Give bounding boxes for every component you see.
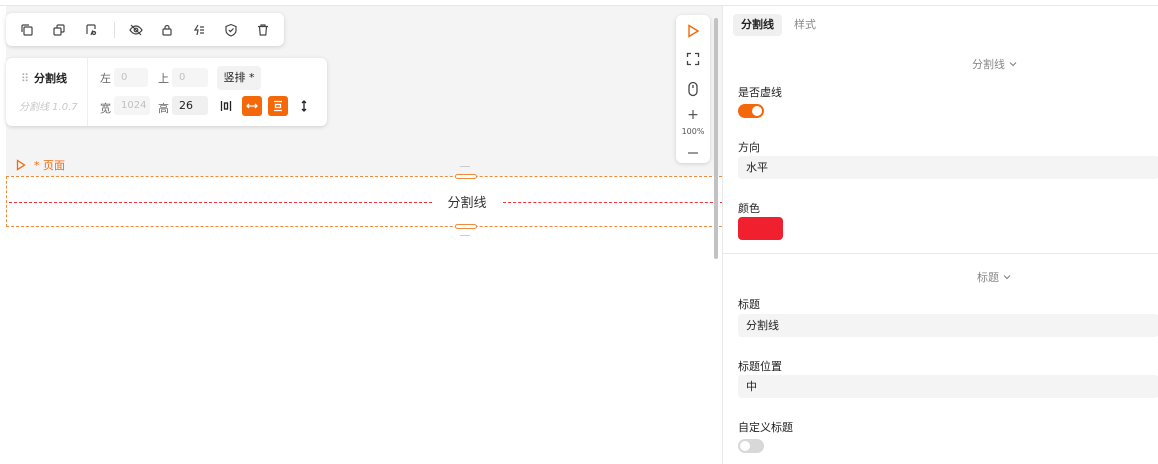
fill-height-icon[interactable] [294,96,314,116]
section-divider-title: 分割线 [972,58,1005,71]
width-input[interactable]: 1024 [114,96,150,115]
toggle-knob [740,441,750,451]
page-play-icon [16,159,26,171]
component-identity: ⠿ 分割线 分割线 1.0.7 [6,58,88,126]
title-label: 标题 [738,298,760,311]
zoom-in-icon[interactable]: + [676,108,710,122]
resize-handle-top[interactable] [455,174,477,179]
panel-tabs: 分割线 样式 [733,14,828,36]
divider-line-left [9,202,432,203]
page-label[interactable]: * 页面 [16,157,65,173]
tab-style[interactable]: 样式 [786,14,824,36]
delete-icon[interactable] [252,19,274,41]
toggle-knob [752,106,762,116]
resize-handle-bottom[interactable] [455,224,477,229]
height-label: 高 [158,102,169,115]
zoom-level: 100% [681,127,705,136]
component-toolbar [6,13,284,46]
top-input[interactable]: 0 [172,68,208,87]
top-label: 上 [158,72,169,85]
title-input[interactable]: 分割线 [738,314,1158,337]
width-label: 宽 [100,102,111,115]
direction-select[interactable]: 水平 [738,156,1158,179]
layout-button[interactable]: 竖排 * [217,66,261,90]
toolbar-separator [113,21,115,38]
drag-handle-icon[interactable]: ⠿ [21,72,29,85]
title-position-select[interactable]: 中 [738,375,1158,398]
component-name: 分割线 [34,72,67,85]
title-position-label: 标题位置 [738,360,782,373]
duplicate-icon[interactable] [48,19,70,41]
shield-icon[interactable] [220,19,242,41]
chevron-down-icon [1003,275,1011,280]
hide-icon[interactable] [125,19,147,41]
component-info-panel: ⠿ 分割线 分割线 1.0.7 左 0 上 0 竖排 * 宽 1024 高 26 [6,58,327,126]
paste-style-icon[interactable] [80,19,102,41]
section-divider-header[interactable]: 分割线 [972,56,1017,72]
left-input[interactable]: 0 [114,68,148,87]
property-panel: 分割线 样式 分割线 是否虚线 方向 水平 颜色 标题 标题 分割线 标题位置 … [722,6,1158,464]
copy-icon[interactable] [16,19,38,41]
page-label-text: * 页面 [34,159,65,172]
color-label: 颜色 [738,202,760,215]
panel-divider [723,253,1158,254]
mouse-icon[interactable] [676,81,710,97]
divider-component[interactable]: 分割线 [6,174,723,229]
tab-divider[interactable]: 分割线 [733,14,782,36]
zoom-out-icon[interactable] [676,151,710,155]
lock-icon[interactable] [157,19,179,41]
dashed-label: 是否虚线 [738,86,782,99]
preview-play-icon[interactable] [676,24,710,38]
section-title-header[interactable]: 标题 [977,269,1011,285]
event-icon[interactable] [188,19,210,41]
fit-height-icon[interactable] [268,96,288,116]
height-input[interactable]: 26 [172,96,208,115]
component-version: 分割线 1.0.7 [19,102,78,113]
fill-width-icon[interactable] [242,96,262,116]
resize-mark-bottom [460,235,470,236]
canvas-mini-toolbar: + 100% [676,15,710,163]
color-swatch[interactable] [738,217,783,240]
canvas-scrollbar[interactable] [714,18,718,259]
custom-title-toggle[interactable] [738,439,764,453]
section-title-title: 标题 [977,271,999,284]
resize-mark-top [460,166,470,167]
align-center-icon[interactable] [216,96,236,116]
custom-title-label: 自定义标题 [738,421,793,434]
canvas-area[interactable]: ⠿ 分割线 分割线 1.0.7 左 0 上 0 竖排 * 宽 1024 高 26 [6,6,723,464]
direction-label: 方向 [738,141,760,154]
fullscreen-icon[interactable] [676,52,710,66]
chevron-down-icon [1009,62,1017,67]
divider-title: 分割线 [447,196,487,211]
left-label: 左 [100,72,111,85]
dashed-toggle[interactable] [738,104,764,118]
divider-line-right [503,202,723,203]
